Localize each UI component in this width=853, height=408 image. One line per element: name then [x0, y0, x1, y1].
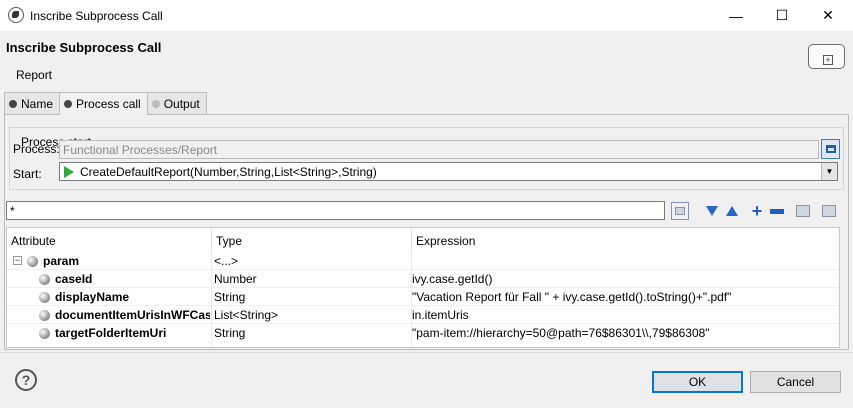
attribute-expression[interactable]: "pam-item://hierarchy=50@path=76$86301\\… — [412, 326, 832, 340]
table-row[interactable]: documentItemUrisInWFCase List<String> in… — [7, 306, 839, 324]
attribute-expression[interactable]: "Vacation Report für Fall " + ivy.case.g… — [412, 290, 832, 304]
attribute-icon — [39, 274, 50, 285]
filter-input[interactable]: * — [6, 201, 665, 220]
tab-bar: Name Process call Output — [4, 92, 207, 115]
remove-button[interactable] — [768, 202, 786, 220]
attribute-icon — [39, 328, 50, 339]
footer-divider — [0, 352, 853, 353]
column-divider — [411, 252, 412, 347]
tab-process-call[interactable]: Process call — [59, 92, 148, 115]
column-divider — [211, 252, 212, 347]
dialog-title: Inscribe Subprocess Call — [6, 40, 162, 55]
collapse-toggle-icon[interactable]: − — [13, 256, 22, 265]
column-header-expression[interactable]: Expression — [412, 228, 839, 252]
start-select-value: CreateDefaultReport(Number,String,List<S… — [80, 164, 377, 179]
edit-icon — [796, 205, 810, 217]
cancel-button[interactable]: Cancel — [750, 371, 841, 393]
attribute-name: documentItemUrisInWFCase — [55, 308, 210, 322]
show-mapped-button[interactable] — [671, 202, 689, 220]
attribute-expression[interactable]: ivy.case.getId() — [412, 272, 832, 286]
dialog-subtitle: Report — [16, 68, 53, 82]
attribute-icon — [39, 292, 50, 303]
browse-process-button[interactable] — [821, 139, 840, 159]
arrow-down-icon — [706, 206, 718, 216]
arrow-up-icon — [726, 206, 738, 216]
open-icon — [822, 205, 836, 217]
column-header-attribute[interactable]: Attribute — [7, 228, 212, 252]
chevron-down-icon[interactable]: ▼ — [821, 163, 837, 180]
attribute-name: displayName — [55, 290, 130, 304]
move-down-button[interactable] — [703, 202, 721, 220]
process-call-panel: Process start Process: Functional Proces… — [4, 114, 849, 350]
attribute-name: param — [43, 254, 80, 268]
tab-output[interactable]: Output — [146, 92, 207, 114]
table-row[interactable]: displayName String "Vacation Report für … — [7, 288, 839, 306]
window-titlebar: Inscribe Subprocess Call — ☐ ✕ — [0, 0, 853, 31]
table-header: Attribute Type Expression — [7, 228, 839, 252]
minimize-button[interactable]: — — [713, 0, 759, 31]
tab-status-icon — [9, 99, 17, 108]
process-field[interactable]: Functional Processes/Report — [59, 140, 819, 159]
table-row[interactable]: − param <...> — [7, 252, 839, 270]
window-title: Inscribe Subprocess Call — [30, 9, 163, 23]
attribute-type: String — [214, 290, 246, 304]
minus-icon — [770, 208, 784, 214]
tab-label: Name — [21, 96, 54, 111]
table-icon — [675, 207, 685, 215]
attribute-expression[interactable]: in.itemUris — [412, 308, 832, 322]
attribute-name: targetFolderItemUri — [55, 326, 167, 340]
process-label: Process: — [13, 142, 60, 156]
tab-status-icon — [151, 99, 160, 108]
tab-name[interactable]: Name — [4, 92, 61, 114]
start-label: Start: — [13, 167, 42, 181]
attribute-table: Attribute Type Expression − param <...> … — [6, 227, 840, 348]
move-up-button[interactable] — [723, 202, 741, 220]
maximize-button[interactable]: ☐ — [759, 0, 805, 31]
table-row[interactable]: caseId Number ivy.case.getId() — [7, 270, 839, 288]
tab-label: Output — [163, 96, 200, 111]
start-signature-icon — [64, 165, 74, 178]
column-header-type[interactable]: Type — [212, 228, 412, 252]
app-logo-icon — [8, 7, 24, 23]
attribute-type: <...> — [214, 254, 239, 268]
attribute-icon — [39, 310, 50, 321]
expand-icon: + — [823, 55, 833, 65]
table-row[interactable]: targetFolderItemUri String "pam-item://h… — [7, 324, 839, 342]
tab-status-icon — [64, 100, 73, 108]
expand-view-button[interactable]: + — [808, 44, 845, 69]
start-select[interactable]: CreateDefaultReport(Number,String,List<S… — [59, 162, 838, 181]
edit-button[interactable] — [794, 202, 812, 220]
tab-label: Process call — [76, 97, 141, 111]
param-icon — [27, 256, 38, 267]
add-button[interactable]: + — [748, 200, 766, 221]
open-button[interactable] — [820, 202, 838, 220]
attribute-type: List<String> — [214, 308, 279, 322]
attribute-type: String — [214, 326, 246, 340]
attribute-type: Number — [214, 272, 257, 286]
dialog-header: Inscribe Subprocess Call Report + — [0, 31, 853, 92]
browse-icon — [826, 145, 836, 153]
help-icon[interactable]: ? — [15, 369, 37, 391]
ok-button[interactable]: OK — [652, 371, 743, 393]
close-button[interactable]: ✕ — [805, 0, 851, 31]
plus-icon: + — [751, 200, 763, 221]
attribute-name: caseId — [55, 272, 93, 286]
